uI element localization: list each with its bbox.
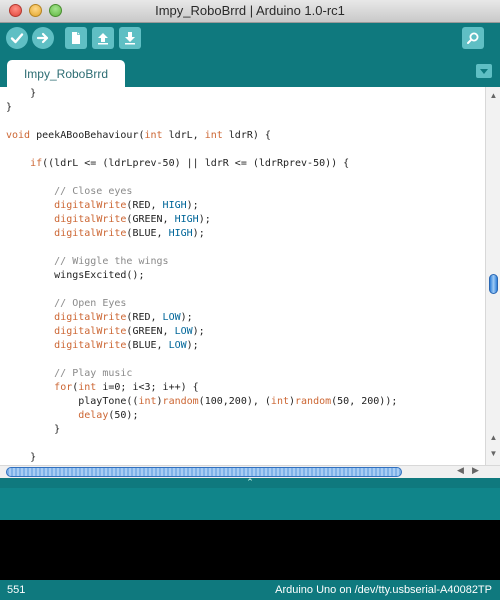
new-file-icon [72, 32, 80, 44]
arrow-up-icon [98, 33, 108, 45]
code-comment: // Play music [6, 368, 133, 379]
arrow-down-icon [125, 32, 135, 45]
arrow-right-icon [36, 32, 49, 44]
console-output[interactable] [0, 520, 500, 580]
code-comment: // Wiggle the wings [6, 256, 169, 267]
code-line: playTone((int)random(100,200), (int)rand… [6, 396, 398, 407]
upload-button[interactable] [32, 27, 54, 49]
horizontal-scroll-thumb[interactable] [6, 467, 402, 477]
code-line: digitalWrite(RED, LOW); [54, 312, 193, 323]
tab-impy-robobrrd[interactable]: Impy_RoboBrrd [7, 60, 125, 87]
checkmark-icon [10, 33, 24, 44]
code-editor[interactable]: } } void peekABooBehaviour(int ldrL, int… [0, 87, 485, 465]
triangle-down-icon [480, 68, 488, 74]
code-line: digitalWrite(GREEN, HIGH); [54, 214, 211, 225]
vertical-scroll-thumb[interactable] [489, 274, 498, 294]
scroll-down-arrow[interactable]: ▼ [489, 449, 498, 458]
scroll-left-arrow[interactable]: ◀ [457, 465, 464, 476]
tab-menu-button[interactable] [476, 64, 492, 78]
code-line: } [6, 424, 61, 435]
console-splitter[interactable]: ⌃ [0, 477, 500, 488]
scroll-top-indicator: ▲ [489, 91, 498, 100]
message-area [0, 488, 500, 520]
code-line: wingsExcited(); [6, 270, 145, 281]
save-button[interactable] [119, 27, 141, 49]
verify-button[interactable] [6, 27, 28, 49]
code-line: for(int i=0; i<3; i++) { [54, 382, 199, 393]
code-line: } [6, 102, 13, 113]
code-line: digitalWrite(BLUE, LOW); [54, 340, 199, 351]
status-bar: 551 Arduino Uno on /dev/tty.usbserial-A4… [0, 580, 500, 600]
tab-strip: Impy_RoboBrrd [0, 55, 500, 87]
line-number: 551 [7, 584, 26, 596]
serial-monitor-button[interactable] [462, 27, 484, 49]
open-button[interactable] [92, 27, 114, 49]
scroll-up-arrow[interactable]: ▲ [489, 433, 498, 442]
code-line: void peekABooBehaviour(int ldrL, int ldr… [6, 130, 271, 141]
vertical-scrollbar[interactable]: ▲ ▲ ▼ [485, 87, 500, 465]
splitter-handle-icon[interactable]: ⌃ [244, 477, 256, 488]
new-button[interactable] [65, 27, 87, 49]
code-line: if((ldrL <= (ldrLprev-50) || ldrR <= (ld… [30, 158, 350, 169]
toolbar [0, 23, 500, 55]
magnifier-icon [467, 32, 479, 44]
code-line: } [6, 452, 37, 463]
code-line: digitalWrite(GREEN, LOW); [54, 326, 205, 337]
window-title: Impy_RoboBrrd | Arduino 1.0-rc1 [155, 3, 345, 18]
code-comment: // Close eyes [6, 186, 133, 197]
code-line: } [6, 88, 37, 99]
code-line: delay(50); [78, 410, 139, 421]
board-port-info: Arduino Uno on /dev/tty.usbserial-A40082… [275, 584, 492, 596]
code-line: digitalWrite(BLUE, HIGH); [54, 228, 205, 239]
title-bar: Impy_RoboBrrd | Arduino 1.0-rc1 [0, 0, 500, 23]
code-line: digitalWrite(RED, HIGH); [54, 200, 199, 211]
code-comment: // Open Eyes [6, 298, 127, 309]
scroll-right-arrow[interactable]: ▶ [472, 465, 479, 476]
